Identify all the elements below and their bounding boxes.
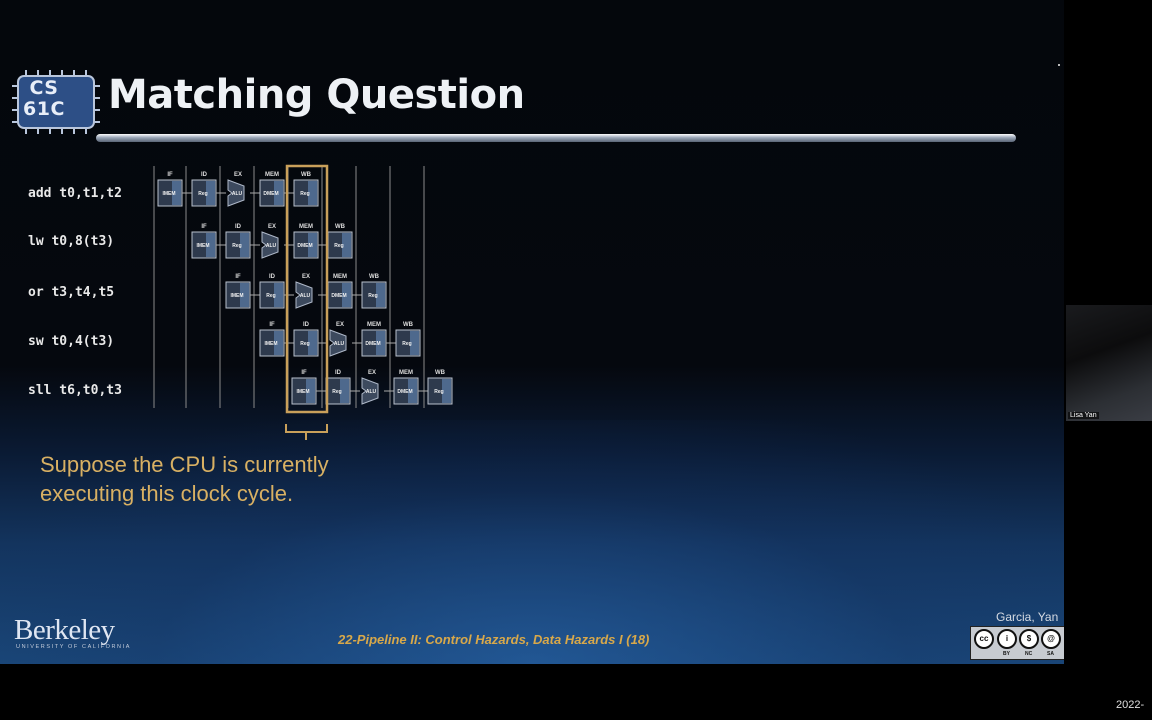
stage-unit-label: Reg [300, 341, 309, 347]
stage-header: MEM [265, 172, 279, 178]
stage-unit-label: Reg [368, 293, 377, 299]
callout-text: Suppose the CPU is currently executing t… [40, 452, 329, 506]
stage-unit-label: Reg [402, 341, 411, 347]
stage-header: IF [167, 172, 173, 178]
slide-footer: 22-Pipeline II: Control Hazards, Data Ha… [338, 632, 649, 647]
stage-header: IF [201, 224, 207, 230]
stage-header: EX [336, 322, 344, 328]
stage-unit-label: DMEM [397, 389, 412, 395]
stage-header: IF [269, 322, 275, 328]
stage-unit-label: DMEM [331, 293, 346, 299]
stage-header: MEM [333, 274, 347, 280]
timestamp: 2022- [1116, 699, 1145, 711]
stage-header: MEM [299, 224, 313, 230]
stage-unit-label: IMEM [296, 389, 309, 395]
berkeley-subtitle: UNIVERSITY OF CALIFORNIA [16, 644, 132, 650]
stage-header: ID [335, 370, 342, 376]
stage-unit-label: Reg [332, 389, 341, 395]
stage-header: ID [303, 322, 310, 328]
stage-header: WB [435, 370, 446, 376]
stage-header: EX [268, 224, 276, 230]
slide-number: (18) [626, 632, 650, 647]
stage-unit-label: ALU [366, 389, 377, 395]
by-icon: i [997, 629, 1017, 649]
stage-header: EX [234, 172, 242, 178]
stage-header: WB [335, 224, 346, 230]
stage-header: EX [368, 370, 376, 376]
stage-unit-label: IMEM [196, 243, 209, 249]
stage-header: ID [235, 224, 242, 230]
stage-header: MEM [399, 370, 413, 376]
stage-header: WB [369, 274, 380, 280]
stage-header: EX [302, 274, 310, 280]
stage-unit-label: ALU [232, 191, 243, 197]
webcam-name: Lisa Yan [1068, 412, 1099, 419]
stage-unit-label: IMEM [162, 191, 175, 197]
nc-icon: $ [1019, 629, 1039, 649]
stage-unit-label: Reg [198, 191, 207, 197]
stage-unit-label: ALU [300, 293, 311, 299]
stage-unit-label: DMEM [263, 191, 278, 197]
stage-unit-label: Reg [232, 243, 241, 249]
stage-unit-label: DMEM [297, 243, 312, 249]
stage-header: ID [201, 172, 208, 178]
stage-header: MEM [367, 322, 381, 328]
stage-unit-label: IMEM [264, 341, 277, 347]
stage-header: IF [301, 370, 307, 376]
cc-icon: cc [974, 629, 994, 649]
berkeley-wordmark: Berkeley [14, 614, 115, 646]
stage-unit-label: DMEM [365, 341, 380, 347]
cc-license-badge: cc i $ @ BY NC SA [970, 626, 1064, 660]
slide: CS 61C Matching Question add t0,t1,t2 lw… [0, 0, 1064, 664]
license-label-nc: NC [1025, 651, 1033, 657]
stage-unit-label: Reg [266, 293, 275, 299]
stage-unit-label: IMEM [230, 293, 243, 299]
stage-unit-label: Reg [434, 389, 443, 395]
stage-header: WB [301, 172, 312, 178]
webcam-thumbnail[interactable]: Lisa Yan [1066, 305, 1152, 421]
stage-header: IF [235, 274, 241, 280]
course-title: 22-Pipeline II: Control Hazards, Data Ha… [338, 632, 623, 647]
cycle-bracket [285, 424, 328, 433]
license-label-by: BY [1003, 651, 1010, 657]
license-label-sa: SA [1047, 651, 1054, 657]
stage-unit-label: ALU [334, 341, 345, 347]
slide-authors: Garcia, Yan [996, 610, 1059, 624]
pipeline-diagram: IF IMEM ID Reg EX ALU MEM DMEM WB Reg IF IMEM ID Reg E… [153, 164, 453, 440]
stage-unit-label: Reg [334, 243, 343, 249]
stage-unit-label: Reg [300, 191, 309, 197]
stage-unit-label: ALU [266, 243, 277, 249]
stage-header: WB [403, 322, 414, 328]
stage-header: ID [269, 274, 276, 280]
sa-icon: @ [1041, 629, 1061, 649]
cursor-dot [1058, 64, 1060, 66]
